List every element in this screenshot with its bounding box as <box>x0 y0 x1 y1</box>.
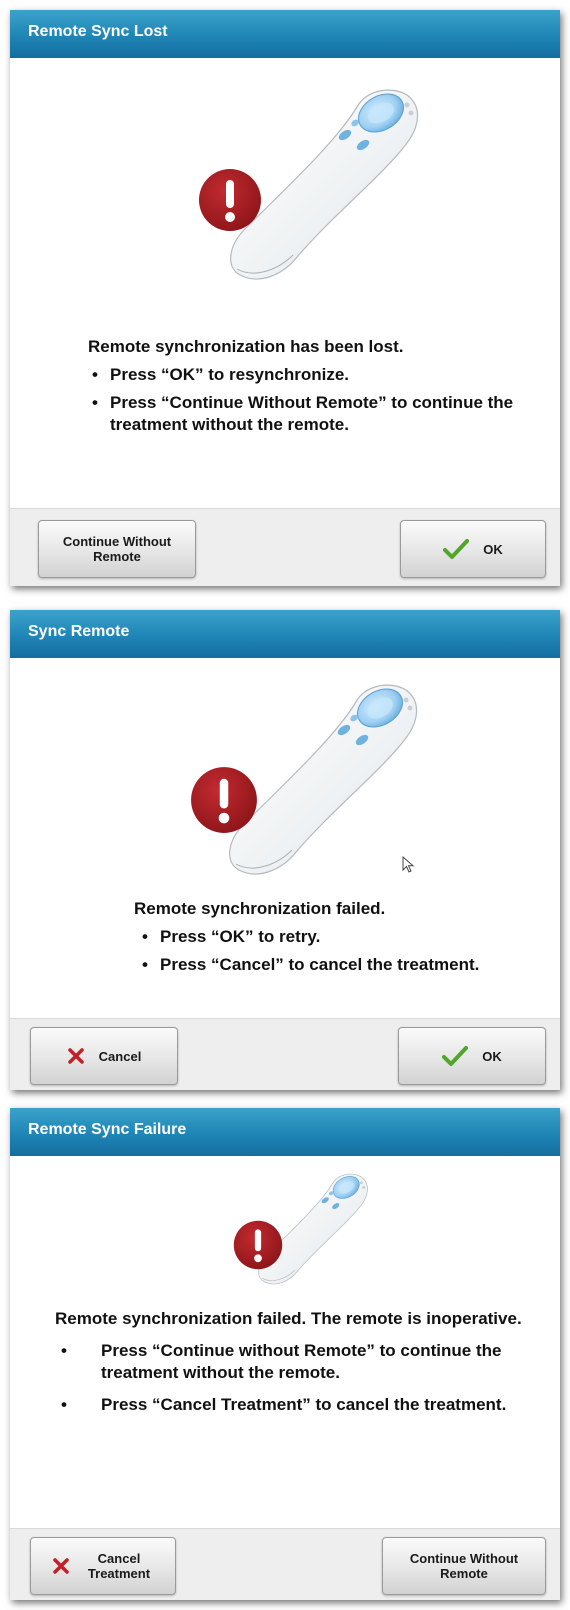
mouse-cursor-icon <box>402 856 415 873</box>
dialog-message: Remote synchronization failed. • Press “O… <box>134 898 544 982</box>
bullet-icon: • <box>92 365 98 384</box>
close-icon <box>67 1047 85 1065</box>
dialog-remote-sync-failure: Remote Sync Failure Remote synchronizati… <box>10 1108 560 1600</box>
button-label: Continue Without Remote <box>409 1551 519 1581</box>
dialog-sync-remote: Sync Remote Remote synchronization faile… <box>10 610 560 1090</box>
dialog-title: Sync Remote <box>10 610 560 658</box>
continue-without-remote-button[interactable]: Continue Without Remote <box>38 520 196 578</box>
ok-button[interactable]: OK <box>400 520 546 578</box>
button-label: OK <box>482 1048 502 1064</box>
dialog-content: Remote synchronization failed. • Press “O… <box>10 658 560 1018</box>
list-item: • Press “Cancel Treatment” to cancel the … <box>61 1395 507 1414</box>
alert-icon <box>233 1220 283 1270</box>
list-item: • Press “Cancel” to cancel the treatment. <box>142 955 480 974</box>
bullet-icon: • <box>61 1341 67 1360</box>
list-item: • Press “OK” to resynchronize. <box>92 365 350 384</box>
message-text: Remote synchronization failed. <box>134 899 386 918</box>
bullet-icon: • <box>92 393 98 412</box>
button-label: OK <box>483 541 503 557</box>
bullet-icon: • <box>142 927 148 946</box>
dialog-footer: Cancel Treatment Continue Without Remote <box>10 1528 560 1600</box>
message-text: Remote synchronization has been lost. <box>88 337 404 356</box>
continue-without-remote-button[interactable]: Continue Without Remote <box>382 1537 546 1595</box>
button-label: Cancel <box>98 1048 142 1064</box>
list-item: • Press “Continue Without Remote” to cont… <box>92 393 514 434</box>
dialog-footer: Continue Without Remote OK <box>10 508 560 586</box>
cancel-treatment-button[interactable]: Cancel Treatment <box>30 1537 176 1595</box>
dialog-message: Remote synchronization has been lost. • P… <box>88 336 518 442</box>
dialog-content: Remote synchronization failed. The remot… <box>10 1156 560 1528</box>
alert-icon <box>199 169 261 231</box>
list-item: • Press “Continue without Remote” to cont… <box>61 1341 502 1382</box>
dialog-footer: Cancel OK <box>10 1018 560 1090</box>
bullet-icon: • <box>61 1395 67 1414</box>
dialog-title: Remote Sync Failure <box>10 1108 560 1156</box>
check-icon <box>442 1045 469 1067</box>
message-text: Remote synchronization failed. The remot… <box>55 1309 522 1328</box>
cancel-button[interactable]: Cancel <box>30 1027 178 1085</box>
dialog-remote-sync-lost: Remote Sync Lost Remote synchronization … <box>10 10 560 586</box>
list-item: • Press “OK” to retry. <box>142 927 321 946</box>
dialog-content: Remote synchronization has been lost. • P… <box>10 58 560 508</box>
button-label: Cancel Treatment <box>87 1551 151 1581</box>
ok-button[interactable]: OK <box>398 1027 546 1085</box>
alert-icon <box>191 767 257 833</box>
dialog-title: Remote Sync Lost <box>10 10 560 58</box>
button-label: Continue Without Remote <box>62 534 172 564</box>
bullet-icon: • <box>142 955 148 974</box>
dialog-message: Remote synchronization failed. The remot… <box>55 1308 525 1422</box>
check-icon <box>443 538 470 560</box>
close-icon <box>52 1557 70 1575</box>
